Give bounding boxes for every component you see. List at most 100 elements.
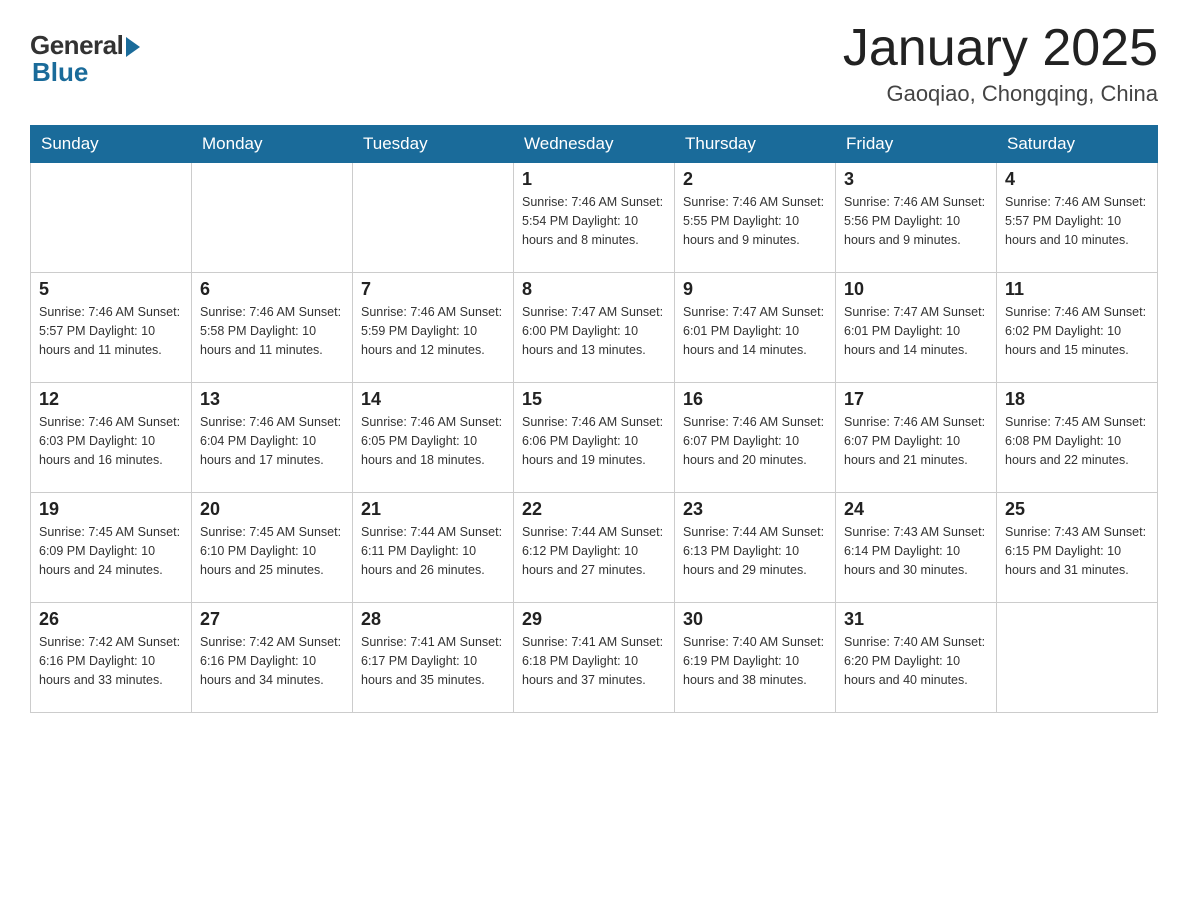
day-info: Sunrise: 7:46 AM Sunset: 5:57 PM Dayligh… — [1005, 193, 1149, 249]
calendar-day-cell: 4 Sunrise: 7:46 AM Sunset: 5:57 PM Daylig… — [997, 163, 1158, 273]
day-number: 14 — [361, 389, 505, 410]
day-number: 11 — [1005, 279, 1149, 300]
day-of-week-header: Friday — [836, 126, 997, 163]
calendar-day-cell — [353, 163, 514, 273]
day-number: 28 — [361, 609, 505, 630]
day-number: 19 — [39, 499, 183, 520]
day-info: Sunrise: 7:45 AM Sunset: 6:08 PM Dayligh… — [1005, 413, 1149, 469]
day-info: Sunrise: 7:42 AM Sunset: 6:16 PM Dayligh… — [200, 633, 344, 689]
day-of-week-header: Monday — [192, 126, 353, 163]
day-info: Sunrise: 7:46 AM Sunset: 5:58 PM Dayligh… — [200, 303, 344, 359]
day-of-week-header: Wednesday — [514, 126, 675, 163]
day-info: Sunrise: 7:41 AM Sunset: 6:17 PM Dayligh… — [361, 633, 505, 689]
calendar-day-cell: 3 Sunrise: 7:46 AM Sunset: 5:56 PM Daylig… — [836, 163, 997, 273]
calendar-day-cell: 27Sunrise: 7:42 AM Sunset: 6:16 PM Dayli… — [192, 603, 353, 713]
calendar-table: SundayMondayTuesdayWednesdayThursdayFrid… — [30, 125, 1158, 713]
calendar-day-cell: 23Sunrise: 7:44 AM Sunset: 6:13 PM Dayli… — [675, 493, 836, 603]
day-info: Sunrise: 7:40 AM Sunset: 6:20 PM Dayligh… — [844, 633, 988, 689]
day-number: 5 — [39, 279, 183, 300]
day-number: 18 — [1005, 389, 1149, 410]
day-info: Sunrise: 7:46 AM Sunset: 5:56 PM Dayligh… — [844, 193, 988, 249]
day-number: 10 — [844, 279, 988, 300]
calendar-day-cell: 18 Sunrise: 7:45 AM Sunset: 6:08 PM Dayli… — [997, 383, 1158, 493]
calendar-day-cell: 8 Sunrise: 7:47 AM Sunset: 6:00 PM Daylig… — [514, 273, 675, 383]
day-number: 9 — [683, 279, 827, 300]
calendar-day-cell: 15Sunrise: 7:46 AM Sunset: 6:06 PM Dayli… — [514, 383, 675, 493]
day-info: Sunrise: 7:46 AM Sunset: 5:55 PM Dayligh… — [683, 193, 827, 249]
calendar-day-cell: 29Sunrise: 7:41 AM Sunset: 6:18 PM Dayli… — [514, 603, 675, 713]
logo-blue-text: Blue — [32, 57, 140, 88]
day-info: Sunrise: 7:42 AM Sunset: 6:16 PM Dayligh… — [39, 633, 183, 689]
day-of-week-header: Saturday — [997, 126, 1158, 163]
day-number: 26 — [39, 609, 183, 630]
day-info: Sunrise: 7:43 AM Sunset: 6:15 PM Dayligh… — [1005, 523, 1149, 579]
calendar-day-cell: 21Sunrise: 7:44 AM Sunset: 6:11 PM Dayli… — [353, 493, 514, 603]
calendar-day-cell: 24 Sunrise: 7:43 AM Sunset: 6:14 PM Dayli… — [836, 493, 997, 603]
day-info: Sunrise: 7:46 AM Sunset: 6:02 PM Dayligh… — [1005, 303, 1149, 359]
calendar-day-cell: 2 Sunrise: 7:46 AM Sunset: 5:55 PM Daylig… — [675, 163, 836, 273]
month-title: January 2025 — [843, 20, 1158, 77]
day-number: 3 — [844, 169, 988, 190]
calendar-day-cell — [997, 603, 1158, 713]
day-number: 2 — [683, 169, 827, 190]
day-number: 13 — [200, 389, 344, 410]
calendar-day-cell: 20Sunrise: 7:45 AM Sunset: 6:10 PM Dayli… — [192, 493, 353, 603]
calendar-week-row: 26 Sunrise: 7:42 AM Sunset: 6:16 PM Dayli… — [31, 603, 1158, 713]
calendar-day-cell: 6Sunrise: 7:46 AM Sunset: 5:58 PM Daylig… — [192, 273, 353, 383]
day-info: Sunrise: 7:47 AM Sunset: 6:01 PM Dayligh… — [683, 303, 827, 359]
calendar-day-cell: 14 Sunrise: 7:46 AM Sunset: 6:05 PM Dayli… — [353, 383, 514, 493]
logo: General Blue — [30, 30, 140, 88]
calendar-day-cell: 12 Sunrise: 7:46 AM Sunset: 6:03 PM Dayli… — [31, 383, 192, 493]
calendar-day-cell: 1Sunrise: 7:46 AM Sunset: 5:54 PM Daylig… — [514, 163, 675, 273]
calendar-day-cell: 13Sunrise: 7:46 AM Sunset: 6:04 PM Dayli… — [192, 383, 353, 493]
calendar-day-cell: 25 Sunrise: 7:43 AM Sunset: 6:15 PM Dayli… — [997, 493, 1158, 603]
day-number: 25 — [1005, 499, 1149, 520]
calendar-day-cell: 22Sunrise: 7:44 AM Sunset: 6:12 PM Dayli… — [514, 493, 675, 603]
day-number: 12 — [39, 389, 183, 410]
calendar-day-cell: 19 Sunrise: 7:45 AM Sunset: 6:09 PM Dayli… — [31, 493, 192, 603]
day-info: Sunrise: 7:46 AM Sunset: 6:07 PM Dayligh… — [844, 413, 988, 469]
day-info: Sunrise: 7:46 AM Sunset: 5:57 PM Dayligh… — [39, 303, 183, 359]
day-info: Sunrise: 7:47 AM Sunset: 6:00 PM Dayligh… — [522, 303, 666, 359]
day-info: Sunrise: 7:46 AM Sunset: 6:06 PM Dayligh… — [522, 413, 666, 469]
calendar-day-cell — [31, 163, 192, 273]
calendar-day-cell: 28 Sunrise: 7:41 AM Sunset: 6:17 PM Dayli… — [353, 603, 514, 713]
day-number: 16 — [683, 389, 827, 410]
day-info: Sunrise: 7:46 AM Sunset: 5:54 PM Dayligh… — [522, 193, 666, 249]
day-info: Sunrise: 7:40 AM Sunset: 6:19 PM Dayligh… — [683, 633, 827, 689]
location-title: Gaoqiao, Chongqing, China — [843, 81, 1158, 107]
day-number: 17 — [844, 389, 988, 410]
calendar-week-row: 12 Sunrise: 7:46 AM Sunset: 6:03 PM Dayli… — [31, 383, 1158, 493]
calendar-day-cell: 9 Sunrise: 7:47 AM Sunset: 6:01 PM Daylig… — [675, 273, 836, 383]
day-number: 30 — [683, 609, 827, 630]
calendar-week-row: 19 Sunrise: 7:45 AM Sunset: 6:09 PM Dayli… — [31, 493, 1158, 603]
logo-arrow-icon — [126, 37, 140, 57]
day-info: Sunrise: 7:43 AM Sunset: 6:14 PM Dayligh… — [844, 523, 988, 579]
day-number: 8 — [522, 279, 666, 300]
calendar-day-cell: 11 Sunrise: 7:46 AM Sunset: 6:02 PM Dayli… — [997, 273, 1158, 383]
day-of-week-header: Thursday — [675, 126, 836, 163]
day-info: Sunrise: 7:46 AM Sunset: 6:07 PM Dayligh… — [683, 413, 827, 469]
calendar-day-cell: 30 Sunrise: 7:40 AM Sunset: 6:19 PM Dayli… — [675, 603, 836, 713]
day-number: 23 — [683, 499, 827, 520]
day-info: Sunrise: 7:46 AM Sunset: 6:05 PM Dayligh… — [361, 413, 505, 469]
day-number: 29 — [522, 609, 666, 630]
day-number: 21 — [361, 499, 505, 520]
day-number: 7 — [361, 279, 505, 300]
day-number: 31 — [844, 609, 988, 630]
day-number: 24 — [844, 499, 988, 520]
day-number: 22 — [522, 499, 666, 520]
day-number: 4 — [1005, 169, 1149, 190]
calendar-day-cell: 7 Sunrise: 7:46 AM Sunset: 5:59 PM Daylig… — [353, 273, 514, 383]
day-info: Sunrise: 7:45 AM Sunset: 6:10 PM Dayligh… — [200, 523, 344, 579]
day-info: Sunrise: 7:46 AM Sunset: 5:59 PM Dayligh… — [361, 303, 505, 359]
calendar-header-row: SundayMondayTuesdayWednesdayThursdayFrid… — [31, 126, 1158, 163]
day-info: Sunrise: 7:45 AM Sunset: 6:09 PM Dayligh… — [39, 523, 183, 579]
calendar-day-cell: 17 Sunrise: 7:46 AM Sunset: 6:07 PM Dayli… — [836, 383, 997, 493]
day-info: Sunrise: 7:47 AM Sunset: 6:01 PM Dayligh… — [844, 303, 988, 359]
day-of-week-header: Sunday — [31, 126, 192, 163]
day-of-week-header: Tuesday — [353, 126, 514, 163]
day-info: Sunrise: 7:46 AM Sunset: 6:03 PM Dayligh… — [39, 413, 183, 469]
calendar-day-cell — [192, 163, 353, 273]
calendar-week-row: 1Sunrise: 7:46 AM Sunset: 5:54 PM Daylig… — [31, 163, 1158, 273]
